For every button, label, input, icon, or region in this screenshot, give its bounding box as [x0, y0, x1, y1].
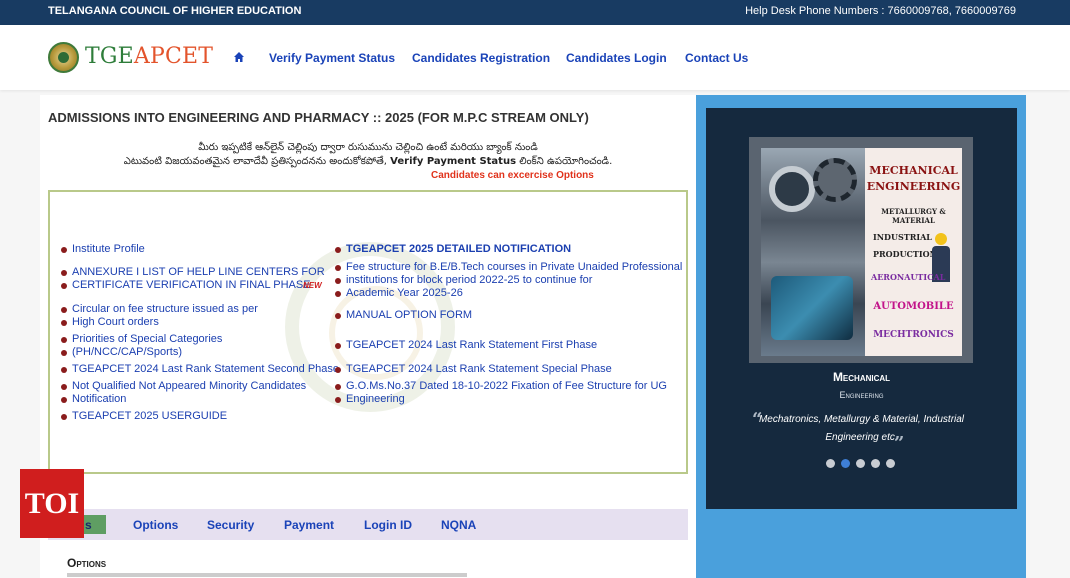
- org-name: TELANGANA COUNCIL OF HIGHER EDUCATION: [48, 5, 302, 17]
- link-institute-profile[interactable]: Institute Profile: [61, 243, 145, 256]
- carousel-dot-1[interactable]: [826, 459, 835, 468]
- slide-description-line-1: Mechatronics, Metallurgy & Material, Ind…: [758, 414, 965, 425]
- poster-line-6: AERONAUTICAL: [871, 272, 946, 282]
- poster-line-2: ENGINEERING: [866, 180, 961, 193]
- link-go-ms-37[interactable]: G.O.Ms.No.37 Dated 18-10-2022 Fixation o…: [335, 380, 667, 393]
- nav-candidates-login[interactable]: Candidates Login: [566, 51, 667, 65]
- toi-logo-text: TOI: [24, 487, 80, 520]
- carousel-dot-5[interactable]: [886, 459, 895, 468]
- carousel-indicators: [826, 459, 906, 469]
- brand-part-1: TGE: [85, 44, 134, 69]
- nav-contact-us[interactable]: Contact Us: [685, 51, 748, 65]
- brand-title[interactable]: TGEAPCET: [85, 44, 213, 69]
- link-fee-structure-line2[interactable]: institutions for block period 2022-25 to…: [334, 274, 592, 287]
- link-special-categories[interactable]: Priorities of Special Categories: [60, 333, 222, 346]
- slide-description-line-2: Engineering etc.: [825, 432, 898, 443]
- poster-line-3: METALLURGY & MATERIAL: [881, 207, 946, 225]
- carousel-dot-3[interactable]: [856, 459, 865, 468]
- tgche-logo-icon[interactable]: [48, 42, 79, 73]
- link-special-categories-line2[interactable]: (PH/NCC/CAP/Sports): [60, 346, 182, 359]
- tab-active-label: s: [85, 518, 92, 532]
- telugu-line-2-post: లింక్‌ని ఉపయోగించండి.: [516, 156, 613, 167]
- link-annexure-helpline[interactable]: ANNEXURE I LIST OF HELP LINE CENTERS FOR: [61, 266, 325, 279]
- tab-payment[interactable]: Payment: [284, 518, 334, 532]
- link-minority-candidates[interactable]: Not Qualified Not Appeared Minority Cand…: [60, 380, 306, 393]
- toi-logo: TOI: [20, 469, 84, 538]
- link-rank-special-phase[interactable]: TGEAPCET 2024 Last Rank Statement Specia…: [335, 363, 612, 376]
- carousel-dot-4[interactable]: [871, 459, 880, 468]
- link-fee-structure-line3[interactable]: Academic Year 2025-26: [335, 287, 463, 300]
- link-annexure-helpline-line2[interactable]: CERTIFICATE VERIFICATION IN FINAL PHASE: [61, 279, 311, 292]
- tab-login-id[interactable]: Login ID: [364, 518, 412, 532]
- link-manual-option-form[interactable]: MANUAL OPTION FORM: [334, 309, 472, 322]
- tab-security[interactable]: Security: [207, 518, 254, 532]
- slide-caption-title: Mechanical: [832, 370, 891, 384]
- poster-line-7: AUTOMOBILE: [873, 301, 954, 312]
- telugu-notice-line-1: మీరు ఇప్పటికే ఆన్‌లైన్ చెల్లింపు ద్వారా …: [198, 142, 538, 153]
- telugu-line-2-pre: ఎటువంటి విజయవంతమైన లావాదేవీ ప్రతిస్పందనన…: [123, 156, 391, 167]
- link-fee-structure[interactable]: Fee structure for B.E/B.Tech courses in …: [334, 261, 682, 274]
- verify-payment-link-text[interactable]: Verify Payment Status: [390, 156, 516, 167]
- link-rank-first-phase[interactable]: TGEAPCET 2024 Last Rank Statement First …: [334, 339, 597, 352]
- engineering-photo-collage: [761, 148, 865, 356]
- nav-verify-payment[interactable]: Verify Payment Status: [269, 51, 395, 65]
- page-title: ADMISSIONS INTO ENGINEERING AND PHARMACY…: [48, 110, 589, 125]
- new-badge: NEW: [303, 281, 322, 290]
- tab-nqna[interactable]: NQNA: [441, 518, 476, 532]
- close-quote-icon: ”: [894, 433, 905, 454]
- links-box: [48, 190, 688, 474]
- top-bar: TELANGANA COUNCIL OF HIGHER EDUCATION He…: [0, 0, 1070, 25]
- helpdesk-numbers: Help Desk Phone Numbers : 7660009768, 76…: [745, 5, 1016, 17]
- link-minority-candidates-line2[interactable]: Notification: [60, 393, 126, 406]
- poster-line-8: MECHTRONICS: [873, 330, 954, 340]
- gear-icon: [813, 158, 857, 202]
- nav-candidates-registration[interactable]: Candidates Registration: [412, 51, 550, 65]
- link-fee-circular[interactable]: Circular on fee structure issued as per: [61, 303, 258, 316]
- home-icon[interactable]: [234, 52, 244, 62]
- poster-line-1: MECHANICAL: [869, 164, 958, 177]
- tab-options[interactable]: Options: [133, 518, 178, 532]
- link-rank-second-phase[interactable]: TGEAPCET 2024 Last Rank Statement Second…: [60, 363, 339, 376]
- link-userguide[interactable]: TGEAPCET 2025 USERGUIDE: [60, 410, 227, 423]
- options-heading: Options: [67, 556, 107, 570]
- navbar: TGEAPCET Verify Payment Status Candidate…: [0, 25, 1070, 90]
- options-text-cut: [67, 573, 467, 577]
- carousel-dot-2[interactable]: [841, 459, 850, 468]
- turbine-icon: [769, 166, 815, 212]
- options-notice: Candidates can excercise Options: [431, 170, 594, 181]
- telugu-notice-line-2: ఎటువంటి విజయవంతమైన లావాదేవీ ప్రతిస్పందనన…: [0, 155, 736, 169]
- brand-part-2: APCET: [133, 44, 214, 69]
- link-detailed-notification[interactable]: TGEAPCET 2025 DETAILED NOTIFICATION: [334, 243, 571, 256]
- link-go-ms-37-line2[interactable]: Engineering: [335, 393, 405, 406]
- link-fee-circular-line2[interactable]: High Court orders: [61, 316, 159, 329]
- car-icon: [771, 276, 853, 340]
- slide-caption-subtitle: Engineering: [839, 390, 884, 400]
